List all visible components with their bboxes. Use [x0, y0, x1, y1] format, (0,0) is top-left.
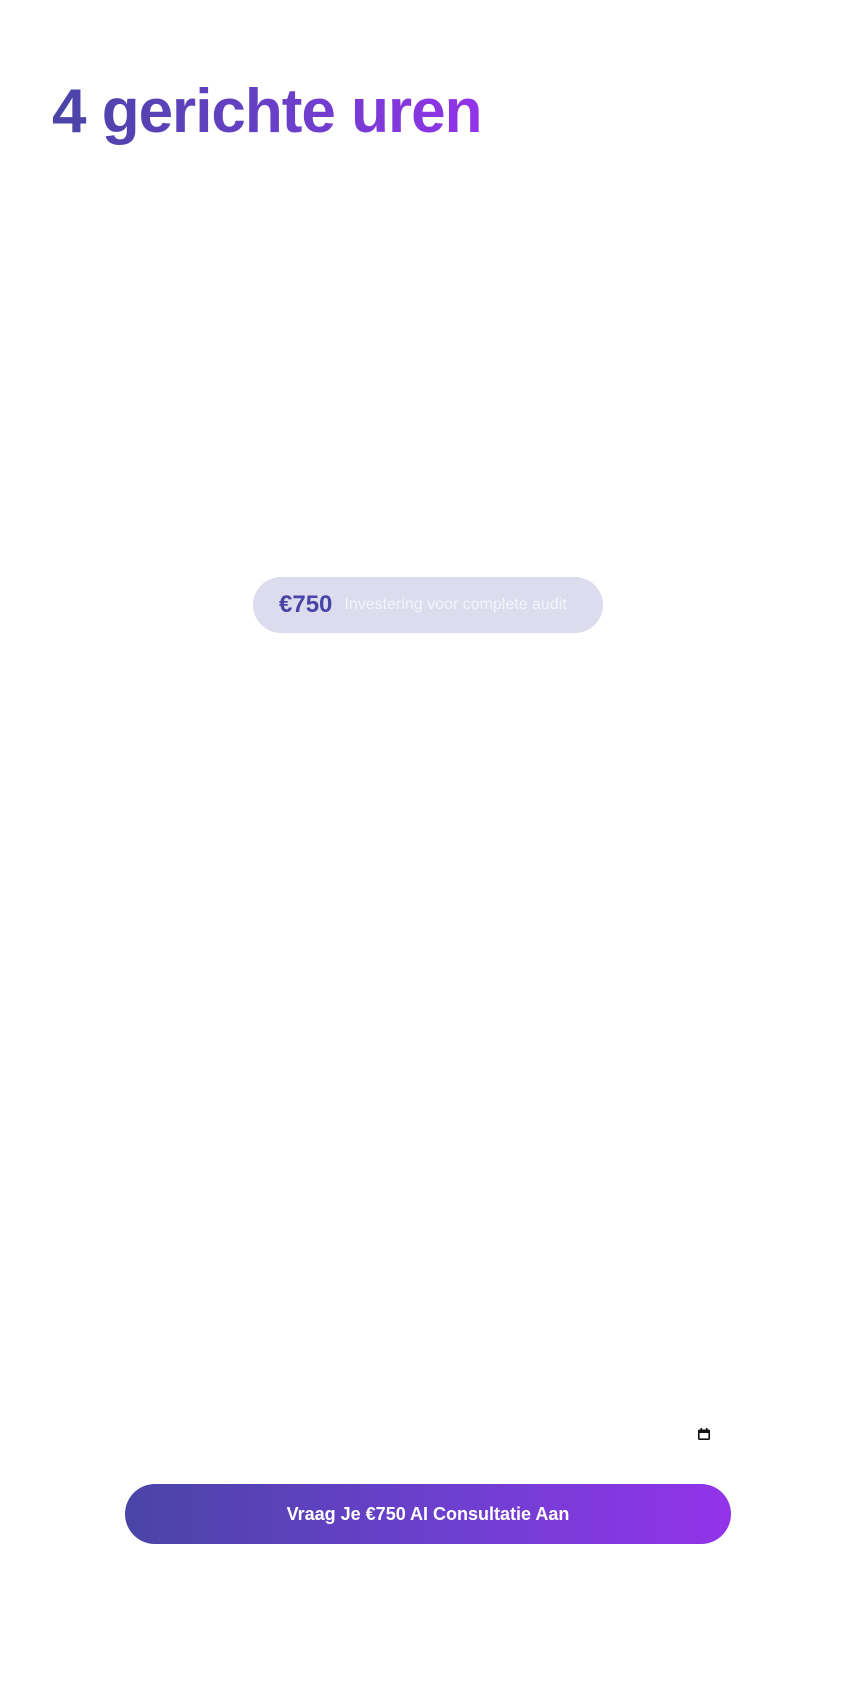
price-caption: Investering voor complete audit	[344, 596, 567, 613]
request-consultation-button[interactable]: Vraag Je €750 AI Consultatie Aan	[125, 1484, 731, 1544]
hero-title: 4 gerichte uren	[52, 72, 482, 152]
price-badge: €750 Investering voor complete audit	[253, 577, 603, 633]
price-amount: €750	[279, 591, 333, 618]
calendar-icon	[697, 1427, 711, 1441]
